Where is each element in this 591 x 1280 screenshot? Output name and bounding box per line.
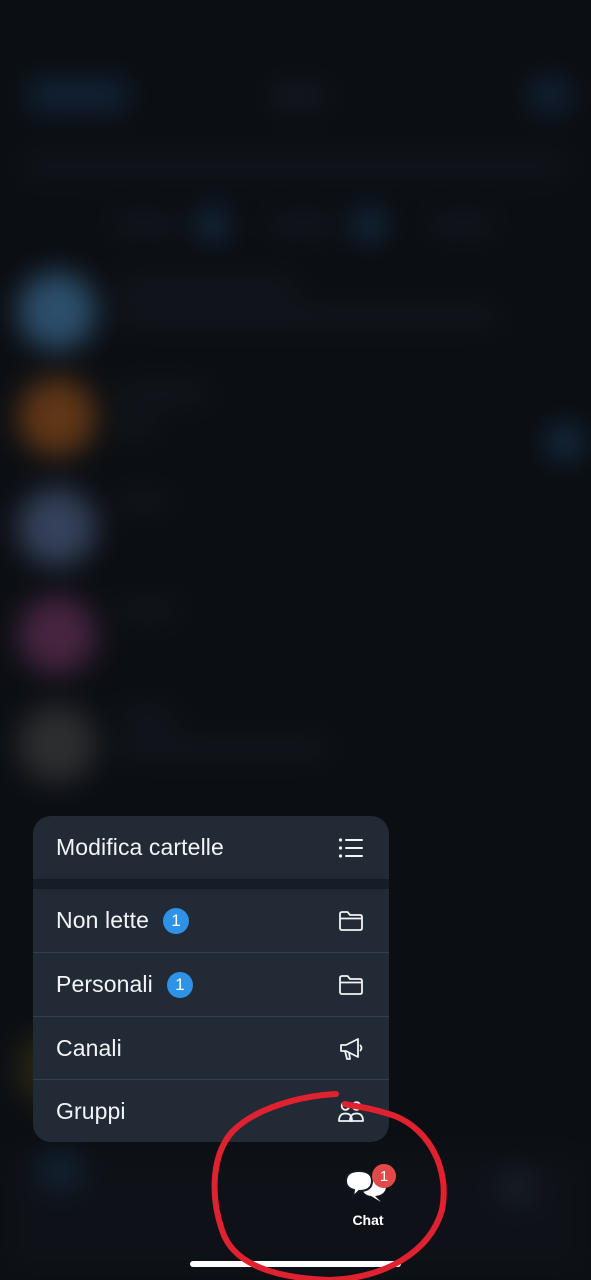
menu-item-gruppi[interactable]: Gruppi	[33, 1080, 389, 1142]
list-icon	[337, 834, 365, 862]
menu-item-canali[interactable]: Canali	[33, 1017, 389, 1080]
menu-item-label: Modifica cartelle	[56, 834, 224, 860]
menu-item-non-lette[interactable]: Non lette 1	[33, 889, 389, 952]
megaphone-icon	[337, 1035, 365, 1063]
screen: Modifica cartelle Non lette 1 Personali …	[0, 0, 591, 1280]
menu-item-label: Non lette	[56, 907, 149, 933]
group-icon	[337, 1098, 365, 1126]
unread-badge: 1	[166, 971, 193, 998]
tab-unread-badge: 1	[372, 1164, 396, 1188]
menu-item-label: Canali	[56, 1035, 122, 1061]
tab-chat[interactable]: 1 Chat	[336, 1164, 400, 1230]
menu-item-personali[interactable]: Personali 1	[33, 953, 389, 1016]
home-indicator[interactable]	[190, 1261, 401, 1267]
folder-icon	[337, 907, 365, 935]
unread-badge: 1	[162, 907, 189, 934]
menu-section-divider	[33, 879, 389, 889]
folders-context-menu: Modifica cartelle Non lette 1 Personali …	[33, 816, 389, 1142]
menu-item-label: Gruppi	[56, 1098, 126, 1124]
tab-chat-label: Chat	[352, 1212, 384, 1228]
menu-item-edit-folders[interactable]: Modifica cartelle	[33, 816, 389, 879]
folder-icon	[337, 971, 365, 999]
menu-item-label: Personali	[56, 971, 153, 997]
